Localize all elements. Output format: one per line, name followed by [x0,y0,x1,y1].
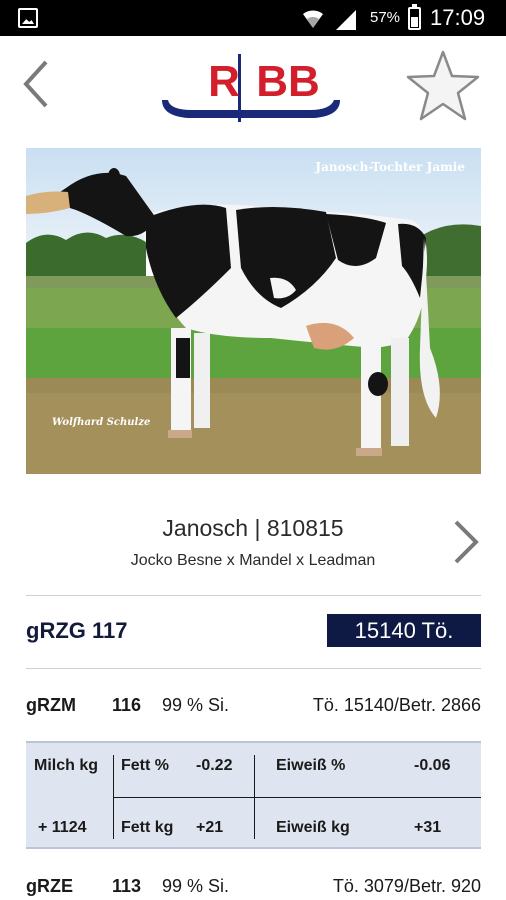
chevron-left-icon[interactable] [14,54,58,114]
app-header: R BB [0,36,506,136]
svg-text:R: R [208,57,240,106]
bull-title: Janosch | 810815 [162,515,344,541]
daughters-badge: 15140 Tö. [327,614,481,647]
photo-caption: Janosch-Tochter Jamie [315,160,465,174]
fett-pct-label: Fett % [121,757,169,774]
grzg-label: gRZG 117 [26,618,128,643]
eiweiss-pct-label: Eiweiß % [276,757,346,774]
bull-pedigree: Jocko Besne x Mandel x Leadman [130,552,376,569]
gallery-icon [18,8,38,28]
photo-credit: Wolfhard Schulze [52,417,151,428]
eiweiss-kg-value: +31 [414,819,442,836]
grzm-value: 116 [112,695,142,715]
battery-percent: 57% [370,9,401,26]
battery-icon [408,4,421,30]
signal-icon [336,10,356,30]
fett-pct-value: -0.22 [196,757,233,774]
chevron-right-icon[interactable] [448,518,482,566]
status-bar: 57% 17:09 [0,0,506,36]
grzm-daughters-herds: Tö. 15140/Betr. 2866 [312,695,481,715]
grze-daughters-herds: Tö. 3079/Betr. 920 [332,876,481,896]
milk-breakdown-table: Milch kg + 1124 Fett % -0.22 Fett kg +21… [26,741,481,849]
fett-kg-label: Fett kg [121,819,174,836]
grzm-label: gRZM [26,695,76,715]
grzm-reliability: 99 % Si. [162,695,230,715]
fett-kg-value: +21 [196,819,224,836]
star-icon[interactable] [404,48,482,124]
cow-photo: Janosch-Tochter Jamie Wolfhard Schulze [26,148,481,474]
svg-text:BB: BB [256,57,320,106]
grze-label: gRZE [26,876,73,896]
rbb-logo: R BB [162,54,340,122]
table-divider [113,797,481,798]
eiweiss-kg-label: Eiweiß kg [276,819,350,836]
grze-reliability: 99 % Si. [162,876,230,896]
divider [26,595,481,596]
milch-value: + 1124 [38,819,87,836]
divider [26,668,481,669]
grze-value: 113 [112,876,142,896]
clock: 17:09 [430,5,486,30]
eiweiss-pct-value: -0.06 [414,757,451,774]
milch-label: Milch kg [34,757,99,774]
wifi-icon [303,10,323,28]
